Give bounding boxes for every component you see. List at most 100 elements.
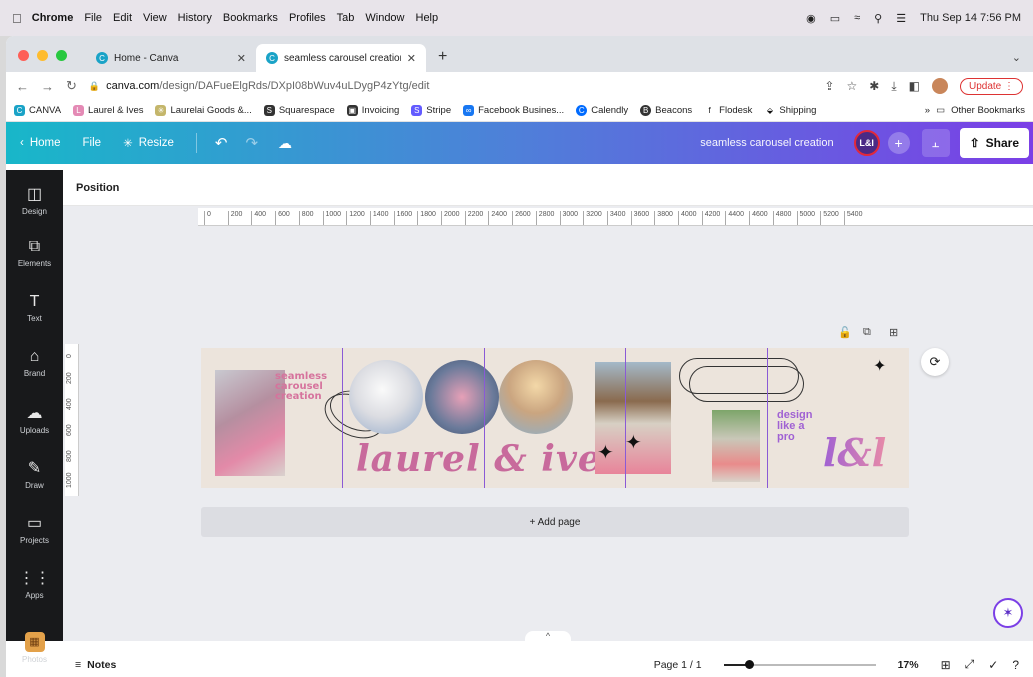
- download-icon[interactable]: ⤓: [891, 79, 896, 94]
- rail-projects[interactable]: ▭ Projects: [6, 513, 63, 545]
- extensions-icon[interactable]: ✱: [869, 79, 879, 93]
- profile-avatar[interactable]: [931, 78, 948, 94]
- reload-icon[interactable]: ↻: [66, 78, 77, 94]
- share-page-icon[interactable]: ⇪: [824, 79, 834, 93]
- zoom-slider[interactable]: [723, 659, 876, 669]
- menu-history[interactable]: History: [178, 12, 212, 24]
- cloud-saved-icon[interactable]: ☁: [278, 135, 292, 152]
- bookmark-invoicing[interactable]: ▣ Invoicing: [346, 105, 399, 116]
- menu-help[interactable]: Help: [416, 12, 439, 24]
- menu-app[interactable]: Chrome: [32, 12, 74, 24]
- bookmark-laurelai-goods[interactable]: ✳ Laurelai Goods &...: [155, 105, 252, 116]
- photo-woman-standing[interactable]: [712, 410, 760, 482]
- bookmark-flodesk[interactable]: f Flodesk: [704, 105, 753, 116]
- tab-seamless-carousel[interactable]: C seamless carousel creation - E ✕: [256, 44, 426, 72]
- sparkle-icon[interactable]: ✦: [625, 430, 642, 455]
- extension-icon[interactable]: ◉: [806, 12, 816, 25]
- magic-assistant-icon[interactable]: ✶: [993, 598, 1023, 628]
- menu-bookmarks[interactable]: Bookmarks: [223, 12, 278, 24]
- file-menu-button[interactable]: File: [83, 137, 102, 149]
- tab-search-chevron-icon[interactable]: ⌄: [1000, 51, 1033, 72]
- sparkle-icon[interactable]: ✦: [873, 356, 886, 376]
- menu-view[interactable]: View: [143, 12, 167, 24]
- rail-photos[interactable]: ▦ Photos: [6, 632, 63, 664]
- headline-text[interactable]: seamless carousel creation: [275, 372, 327, 402]
- forward-icon[interactable]: →: [41, 79, 54, 94]
- back-icon[interactable]: ←: [16, 79, 29, 94]
- redo-icon[interactable]: ↷: [245, 134, 258, 152]
- design-title[interactable]: seamless carousel creation: [700, 137, 833, 149]
- monogram-logo[interactable]: l&l: [823, 430, 886, 475]
- url-field[interactable]: 🔒 canva.com/design/DAFueElgRds/DXpI08bWu…: [89, 75, 813, 97]
- zoom-window-button[interactable]: [56, 50, 67, 61]
- pill-outline[interactable]: [689, 366, 804, 402]
- minimize-window-button[interactable]: [37, 50, 48, 61]
- menu-window[interactable]: Window: [365, 12, 404, 24]
- clock[interactable]: Thu Sep 14 7:56 PM: [920, 12, 1021, 24]
- bookmark-shipping[interactable]: ⬙ Shipping: [764, 105, 817, 116]
- spotlight-icon[interactable]: ⚲: [874, 12, 882, 25]
- close-tab-icon[interactable]: ✕: [237, 52, 246, 65]
- zoom-level[interactable]: 17%: [898, 659, 919, 671]
- position-button[interactable]: Position: [76, 182, 119, 194]
- other-bookmarks[interactable]: » ▭ Other Bookmarks: [925, 105, 1025, 116]
- check-circle-icon[interactable]: ✓: [988, 658, 998, 672]
- home-button[interactable]: ‹ Home: [20, 137, 61, 149]
- notes-button[interactable]: ≡ Notes: [75, 659, 116, 671]
- menu-edit[interactable]: Edit: [113, 12, 132, 24]
- menu-profiles[interactable]: Profiles: [289, 12, 326, 24]
- page-indicator[interactable]: Page 1 / 1: [654, 659, 702, 671]
- grid-view-icon[interactable]: ⊞: [941, 658, 951, 672]
- bookmark-stripe[interactable]: S Stripe: [411, 105, 451, 116]
- bookmark-canva[interactable]: C CANVA: [14, 105, 61, 116]
- close-window-button[interactable]: [18, 50, 29, 61]
- rail-elements[interactable]: ⧉ Elements: [6, 238, 63, 268]
- add-page-icon[interactable]: ⊞: [889, 326, 898, 339]
- collapse-pages-chevron-icon[interactable]: ^: [525, 631, 571, 641]
- help-icon[interactable]: ?: [1012, 658, 1019, 672]
- rail-design[interactable]: ◫ Design: [6, 184, 63, 216]
- menu-tab[interactable]: Tab: [337, 12, 355, 24]
- photo-circle-phone[interactable]: [425, 360, 499, 434]
- photo-circle-drink[interactable]: [499, 360, 573, 434]
- rail-apps[interactable]: ⋮⋮ Apps: [6, 568, 63, 600]
- tab-home-canva[interactable]: C Home - Canva ✕: [86, 44, 256, 72]
- bookmark-facebook-business[interactable]: ∞ Facebook Busines...: [463, 105, 564, 116]
- update-button[interactable]: Update ⋮: [959, 77, 1023, 95]
- menu-file[interactable]: File: [84, 12, 102, 24]
- apple-icon[interactable]: : [12, 11, 22, 26]
- duplicate-page-icon[interactable]: ⧉: [863, 326, 871, 339]
- new-tab-button[interactable]: +: [426, 48, 459, 72]
- bookmark-calendly[interactable]: C Calendly: [576, 105, 628, 116]
- wifi-icon[interactable]: ≈: [854, 12, 860, 24]
- side-panel-icon[interactable]: ◧: [909, 79, 920, 93]
- rail-uploads[interactable]: ☁ Uploads: [6, 403, 63, 435]
- close-tab-icon[interactable]: ✕: [407, 52, 416, 65]
- fullscreen-icon[interactable]: ⤢: [965, 657, 975, 672]
- design-page[interactable]: seamless carousel creation laurel & ives…: [201, 348, 909, 488]
- bookmark-star-icon[interactable]: ☆: [846, 79, 857, 93]
- rail-brand[interactable]: ⌂ Brand: [6, 348, 63, 378]
- script-wordmark[interactable]: laurel & ives: [356, 438, 623, 480]
- regenerate-icon[interactable]: ⟳: [921, 348, 949, 376]
- add-page-button[interactable]: + Add page: [201, 507, 909, 537]
- zoom-slider-knob[interactable]: [745, 659, 755, 669]
- undo-icon[interactable]: ↶: [215, 134, 228, 152]
- rail-draw[interactable]: ✎ Draw: [6, 458, 63, 490]
- sparkle-icon[interactable]: ✦: [597, 440, 614, 465]
- bookmark-laurel-ives[interactable]: L Laurel & Ives: [73, 105, 143, 116]
- lock-page-icon[interactable]: 🔓: [838, 326, 852, 339]
- tagline-text[interactable]: design like a pro: [777, 410, 812, 443]
- bookmark-squarespace[interactable]: S Squarespace: [263, 105, 335, 116]
- photo-circle-tote[interactable]: [349, 360, 423, 434]
- insights-chart-icon[interactable]: ⫠: [921, 129, 950, 157]
- battery-icon[interactable]: ▭: [830, 12, 840, 25]
- add-collaborator-button[interactable]: +: [887, 132, 910, 154]
- team-avatar[interactable]: L&I: [853, 130, 880, 156]
- lock-icon[interactable]: 🔒: [89, 81, 100, 92]
- bookmark-beacons[interactable]: B Beacons: [640, 105, 692, 116]
- control-center-icon[interactable]: ☰: [896, 12, 906, 25]
- resize-button[interactable]: ✳ Resize: [123, 136, 174, 150]
- share-button[interactable]: ⇧ Share: [959, 128, 1029, 158]
- bookmarks-overflow[interactable]: »: [925, 105, 930, 116]
